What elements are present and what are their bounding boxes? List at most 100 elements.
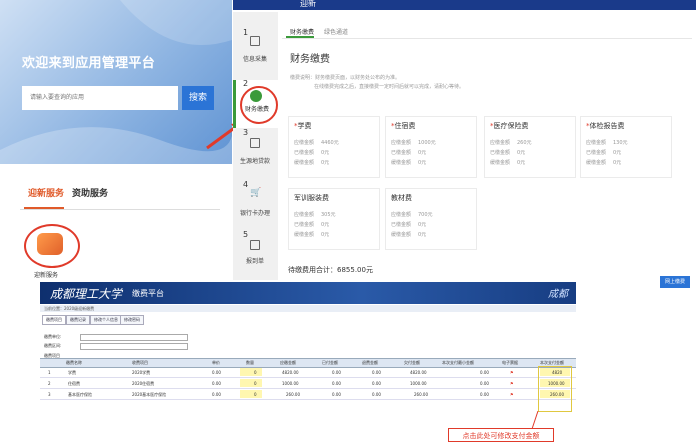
table-row: 3 基本医疗保险 2020基本医疗保险 0.00 0 260.00 0.00 0… xyxy=(40,389,576,400)
fee-row-label: 已缴金额 xyxy=(391,222,412,228)
step-label: 报到单 xyxy=(245,258,264,265)
fee-value: 130元 xyxy=(613,140,628,146)
cart-icon: 🛒 xyxy=(250,188,262,198)
fee-row-label: 应缴金额 xyxy=(294,140,315,146)
quantity-cell: 0 xyxy=(254,381,257,386)
fee-item-cell: 2020学费 xyxy=(132,370,151,375)
owed-cell: 1000.00 xyxy=(410,381,427,386)
online-pay-button[interactable]: 网上缴费 xyxy=(660,276,690,288)
unit-select[interactable] xyxy=(80,334,188,341)
fee-row-label: 缓缴金额 xyxy=(294,232,315,238)
welcome-app-icon[interactable] xyxy=(37,233,63,255)
fee-name: *体检报告费 xyxy=(586,122,625,130)
min-cell: 0.00 xyxy=(480,392,489,397)
table-row: 2 住宿费 2020住宿费 0.00 0 1000.00 0.00 0.00 1… xyxy=(40,378,576,389)
col-header: 退费金额 xyxy=(362,360,378,365)
fee-value: 0元 xyxy=(321,150,330,156)
fee-row-label: 缓缴金额 xyxy=(490,160,511,166)
step-number: 4 xyxy=(243,180,249,189)
fee-value: 1000元 xyxy=(418,140,436,146)
portal-hero-banner xyxy=(0,0,232,164)
tab-green-channel[interactable]: 绿色通道 xyxy=(324,27,348,36)
due-cell: 1000.00 xyxy=(282,381,299,386)
document-icon xyxy=(250,138,260,148)
fee-value: 0元 xyxy=(517,150,526,156)
tab-payment-records[interactable]: 缴费记录 xyxy=(66,315,90,325)
quantity-highlight xyxy=(240,390,262,398)
fee-value: 305元 xyxy=(321,212,336,218)
fee-row-label: 已缴金额 xyxy=(586,150,607,156)
portal-title: 欢迎来到应用管理平台 xyxy=(22,56,156,71)
fee-name: 军训服装费 xyxy=(294,194,329,202)
fee-card-dorm: *住宿费 应缴金额 1000元 已缴金额 0元 缓缴金额 0元 xyxy=(385,116,477,178)
row-index: 2 xyxy=(48,381,51,386)
breadcrumb: 当前位置：2020级迎新缴费 xyxy=(40,305,576,312)
price-cell: 0.00 xyxy=(212,381,221,386)
tabs-divider xyxy=(20,209,220,210)
col-header: 单价 xyxy=(212,360,220,365)
tab-finance-payment[interactable]: 财务缴费 xyxy=(290,27,314,36)
fee-value: 0元 xyxy=(418,222,427,228)
welcome-app-label: 迎新服务 xyxy=(34,272,59,279)
col-header: 已付金额 xyxy=(322,360,338,365)
fee-card-medical: *医疗保险费 应缴金额 260元 已缴金额 0元 缓缴金额 0元 xyxy=(484,116,576,178)
fee-value: 0元 xyxy=(418,232,427,238)
fee-row-label: 应缴金额 xyxy=(586,140,607,146)
tab-change-password[interactable]: 修改密码 xyxy=(120,315,144,325)
tab-welcome-service[interactable]: 迎新服务 xyxy=(28,186,64,199)
col-header: 电子票据 xyxy=(502,360,518,365)
fee-item-cell: 2020基本医疗保险 xyxy=(132,392,167,397)
fee-row-label: 已缴金额 xyxy=(294,150,315,156)
tab-payment-items[interactable]: 缴费项目 xyxy=(42,315,66,325)
total-due: 待缴费用合计：6855.00元 xyxy=(288,266,373,274)
price-cell: 0.00 xyxy=(212,370,221,375)
unit-field-label: 缴费单位: xyxy=(44,334,62,339)
university-logo: 成都理工大学 xyxy=(50,287,123,301)
step-label: 财务缴费 xyxy=(244,106,269,113)
due-cell: 260.00 xyxy=(286,392,300,397)
report-icon xyxy=(250,240,260,250)
tab-aid-service[interactable]: 资助服务 xyxy=(72,186,108,199)
fee-value: 0元 xyxy=(613,160,622,166)
steps-header-title: 迎新 xyxy=(300,0,316,8)
col-header: 数量 xyxy=(246,360,254,365)
fee-name-cell: 基本医疗保险 xyxy=(68,392,92,397)
step-number: 5 xyxy=(243,230,249,239)
period-field-label: 缴费区间: xyxy=(44,343,62,348)
tab-edit-profile[interactable]: 修改个人信息 xyxy=(90,315,122,325)
step-report[interactable]: 5 报到单 xyxy=(233,230,278,270)
form-icon xyxy=(250,36,260,46)
pay-column-highlight-box xyxy=(538,366,572,412)
fee-value: 0元 xyxy=(418,160,427,166)
search-button[interactable]: 搜索 xyxy=(182,86,214,110)
fee-card-military-uniform: 军训服装费 应缴金额 305元 已缴金额 0元 缓缴金额 0元 xyxy=(288,188,380,250)
fee-card-tuition: *学费 应缴金额 4460元 已缴金额 0元 缓缴金额 0元 xyxy=(288,116,380,178)
step-number: 3 xyxy=(243,128,249,137)
step-info[interactable]: 1 信息采集 xyxy=(233,26,278,66)
step-number: 2 xyxy=(243,79,249,88)
fee-value: 4460元 xyxy=(321,140,339,146)
fee-name: 教材费 xyxy=(391,194,412,202)
university-emblem-icon: 成都 xyxy=(548,289,568,300)
period-select[interactable] xyxy=(80,343,188,350)
fee-card-physical-exam: *体检报告费 应缴金额 130元 已缴金额 0元 缓缴金额 0元 xyxy=(580,116,672,178)
fee-row-label: 已缴金额 xyxy=(391,150,412,156)
fee-row-label: 缓缴金额 xyxy=(391,160,412,166)
search-input[interactable] xyxy=(22,86,178,110)
quantity-cell: 0 xyxy=(254,392,257,397)
quantity-cell: 0 xyxy=(254,370,257,375)
fee-value: 0元 xyxy=(613,150,622,156)
fee-row-label: 应缴金额 xyxy=(490,140,511,146)
refund-cell: 0.00 xyxy=(372,381,381,386)
payment-hint: 在线缴费完成之后，直接缴费一定时间后就可以完成，请耐心等待。 xyxy=(314,84,465,90)
flag-icon: ⚑ xyxy=(510,392,514,397)
step-loan[interactable]: 3 生源地贷款 xyxy=(233,128,278,168)
min-cell: 0.00 xyxy=(480,381,489,386)
fee-value: 700元 xyxy=(418,212,433,218)
fee-value: 0元 xyxy=(321,222,330,228)
edit-amount-callout: 点击此处可修改支付金额 xyxy=(448,428,554,442)
fee-row-label: 已缴金额 xyxy=(294,222,315,228)
step-bank-card[interactable]: 4 🛒 银行卡办理 xyxy=(233,180,278,220)
platform-tabs: 缴费项目 缴费记录 修改个人信息 修改密码 xyxy=(40,315,576,325)
col-header: 缴费名称 xyxy=(66,360,82,365)
